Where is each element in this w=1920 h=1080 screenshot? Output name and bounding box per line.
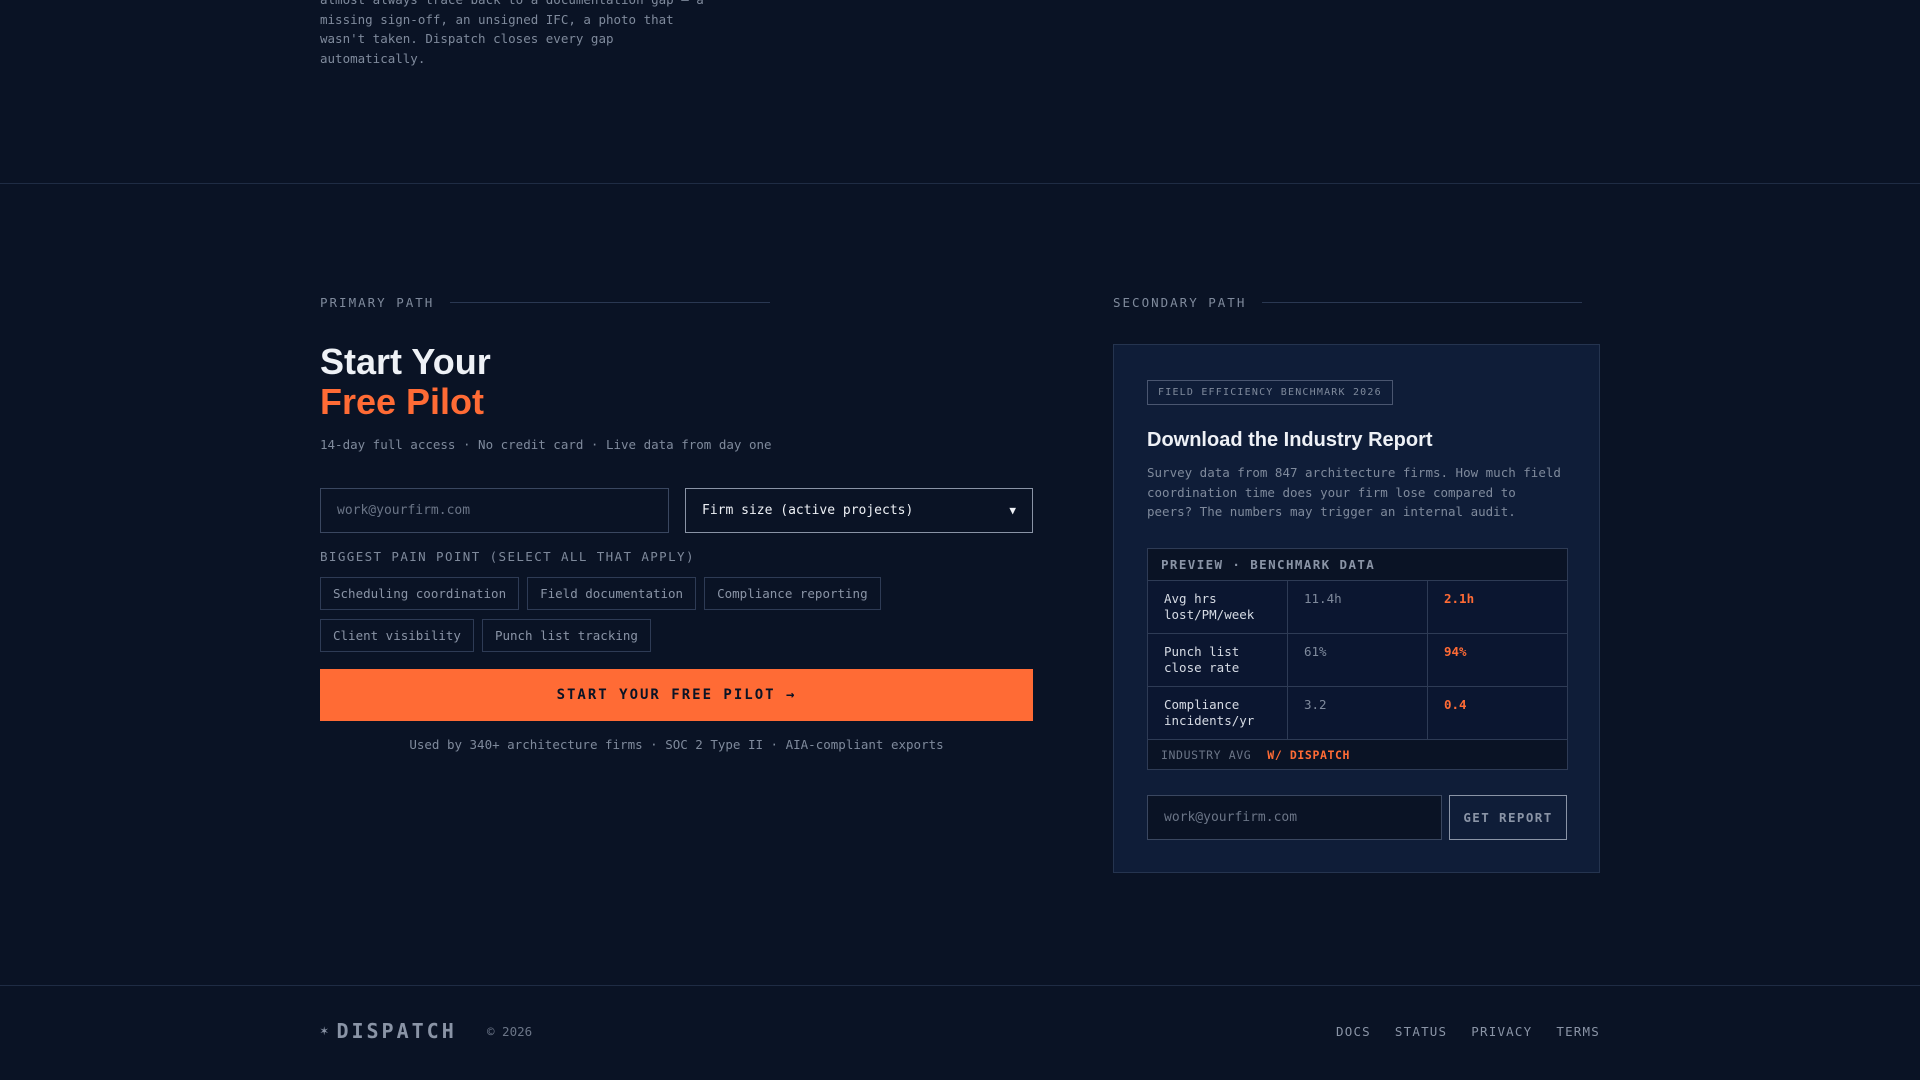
logo-text: DISPATCH xyxy=(336,1019,457,1043)
intro-paragraph: almost always trace back to a documentat… xyxy=(320,0,704,66)
metric-cell: Punch list close rate xyxy=(1148,634,1288,686)
logo-mark-icon: ✶ xyxy=(320,1023,329,1039)
industry-cell: 11.4h xyxy=(1288,581,1428,633)
trust-line: Used by 340+ architecture firms · SOC 2 … xyxy=(409,737,944,752)
benchmark-table-header: PREVIEW · BENCHMARK DATA xyxy=(1148,549,1567,581)
footer-link-terms[interactable]: TERMS xyxy=(1556,1024,1600,1039)
benchmark-table: PREVIEW · BENCHMARK DATA Avg hrs lost/PM… xyxy=(1147,548,1568,770)
table-row: Compliance incidents/yr 3.2 0.4 xyxy=(1148,687,1567,740)
report-title: Download the Industry Report xyxy=(1147,429,1433,451)
pain-chip-client-visibility[interactable]: Client visibility xyxy=(320,619,474,652)
pain-chip-compliance[interactable]: Compliance reporting xyxy=(704,577,881,610)
footer-divider xyxy=(0,985,1920,986)
industry-cell: 3.2 xyxy=(1288,687,1428,739)
dispatch-cell: 2.1h xyxy=(1444,591,1475,606)
metric-cell: Avg hrs lost/PM/week xyxy=(1148,581,1288,633)
footer-links: DOCS STATUS PRIVACY TERMS xyxy=(1336,1024,1600,1039)
industry-cell: 61% xyxy=(1288,634,1428,686)
metric-cell: Compliance incidents/yr xyxy=(1148,687,1288,739)
benchmark-legend: INDUSTRY AVG W/ DISPATCH xyxy=(1148,740,1567,769)
copyright: © 2026 xyxy=(487,1024,533,1039)
primary-path-label-text: PRIMARY PATH xyxy=(320,295,435,310)
legend-industry: INDUSTRY AVG xyxy=(1161,747,1252,762)
pain-point-label: BIGGEST PAIN POINT (SELECT ALL THAT APPL… xyxy=(320,549,695,564)
benchmark-badge: FIELD EFFICIENCY BENCHMARK 2026 xyxy=(1147,380,1393,405)
pilot-headline: Start Your Free Pilot xyxy=(320,342,491,422)
footer-link-docs[interactable]: DOCS xyxy=(1336,1024,1371,1039)
primary-path-label: PRIMARY PATH xyxy=(320,295,771,310)
headline-line-2: Free Pilot xyxy=(320,381,485,422)
secondary-path-label-text: SECONDARY PATH xyxy=(1113,295,1247,310)
pain-point-chips: Scheduling coordination Field documentat… xyxy=(320,577,1040,652)
start-pilot-button[interactable]: START YOUR FREE PILOT → xyxy=(320,669,1033,721)
pain-chip-scheduling[interactable]: Scheduling coordination xyxy=(320,577,520,610)
footer-link-status[interactable]: STATUS xyxy=(1395,1024,1447,1039)
headline-line-1: Start Your xyxy=(320,341,491,382)
chevron-down-icon: ▼ xyxy=(1009,504,1016,517)
footer-logo[interactable]: ✶ DISPATCH xyxy=(320,1019,457,1043)
pain-chip-field-documentation[interactable]: Field documentation xyxy=(527,577,697,610)
legend-dispatch: W/ DISPATCH xyxy=(1267,747,1351,762)
firm-size-select[interactable]: Firm size (active projects) ▼ xyxy=(685,488,1033,533)
pilot-subline: 14-day full access · No credit card · Li… xyxy=(320,437,772,452)
secondary-path-label: SECONDARY PATH xyxy=(1113,295,1583,310)
report-card: FIELD EFFICIENCY BENCHMARK 2026 Download… xyxy=(1113,344,1600,873)
footer-link-privacy[interactable]: PRIVACY xyxy=(1471,1024,1532,1039)
firm-size-select-value: Firm size (active projects) xyxy=(702,503,914,518)
dispatch-cell: 0.4 xyxy=(1444,697,1467,712)
pain-chip-punch-list[interactable]: Punch list tracking xyxy=(481,619,651,652)
primary-path-rule xyxy=(450,302,771,303)
secondary-path-rule xyxy=(1262,302,1583,303)
report-email-input[interactable] xyxy=(1147,795,1442,840)
pilot-email-input[interactable] xyxy=(320,488,669,533)
report-description: Survey data from 847 architecture firms.… xyxy=(1147,465,1561,519)
section-divider xyxy=(0,183,1920,184)
table-row: Avg hrs lost/PM/week 11.4h 2.1h xyxy=(1148,581,1567,634)
table-row: Punch list close rate 61% 94% xyxy=(1148,634,1567,687)
dispatch-cell: 94% xyxy=(1444,644,1467,659)
get-report-button[interactable]: GET REPORT xyxy=(1449,795,1567,840)
